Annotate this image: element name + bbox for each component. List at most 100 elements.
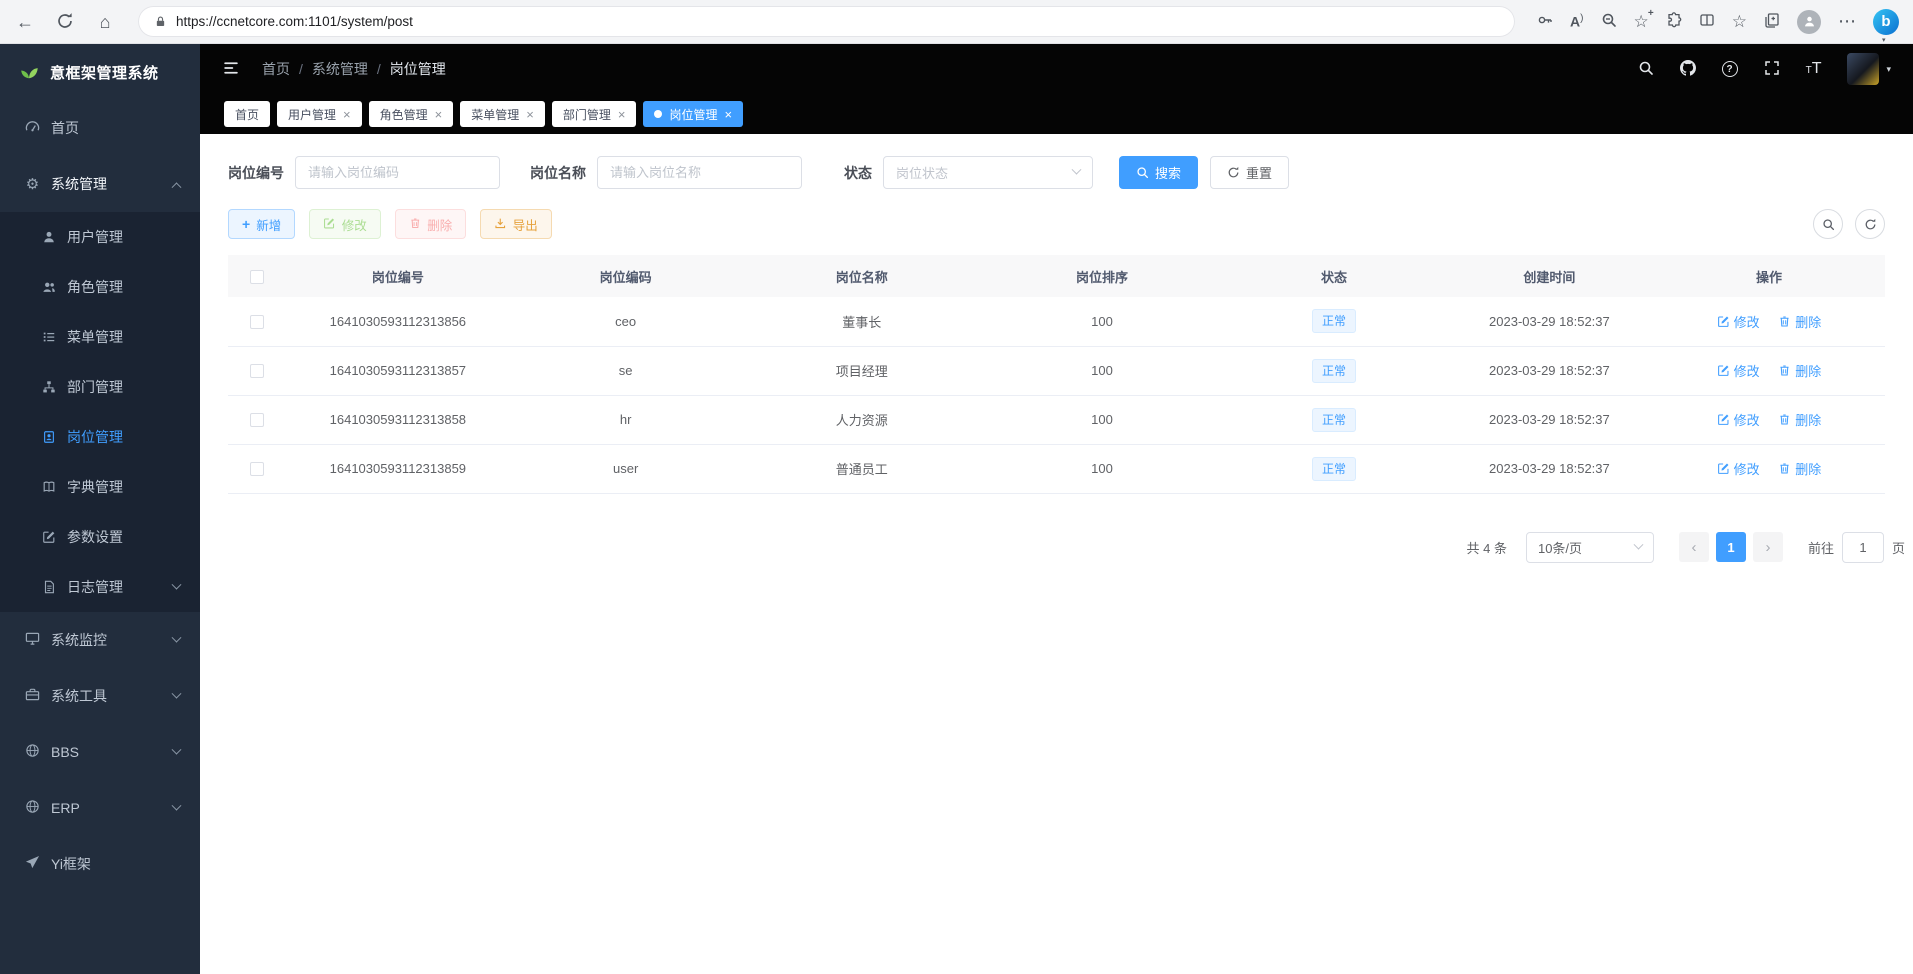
- row-checkbox[interactable]: [250, 462, 264, 476]
- export-button-label: 导出: [513, 215, 538, 234]
- sidebar-item-label: 系统工具: [51, 686, 107, 706]
- close-icon[interactable]: ×: [618, 108, 626, 121]
- tab-home[interactable]: 首页: [224, 101, 270, 127]
- more-icon[interactable]: ⋯: [1838, 11, 1856, 32]
- sidebar-item-post-mgmt[interactable]: 岗位管理: [0, 412, 200, 462]
- github-icon[interactable]: [1680, 60, 1696, 79]
- prev-page-button[interactable]: ‹: [1679, 532, 1709, 562]
- select-all-checkbox[interactable]: [250, 270, 264, 284]
- breadcrumb-current: 岗位管理: [390, 59, 446, 79]
- close-icon[interactable]: ×: [526, 108, 534, 121]
- sidebar-item-param-settings[interactable]: 参数设置: [0, 512, 200, 562]
- chevron-down-icon: [172, 579, 182, 589]
- goto-page-input[interactable]: [1842, 532, 1884, 563]
- row-edit-link[interactable]: 修改: [1717, 459, 1760, 478]
- sidebar-item-log-mgmt[interactable]: 日志管理: [0, 562, 200, 612]
- tab-menu-mgmt[interactable]: 菜单管理 ×: [460, 101, 545, 127]
- sidebar-item-system-monitor[interactable]: 系统监控: [0, 612, 200, 668]
- row-delete-label: 删除: [1795, 410, 1821, 429]
- chevron-down-icon: [172, 688, 182, 698]
- row-checkbox[interactable]: [250, 364, 264, 378]
- row-delete-link[interactable]: 删除: [1778, 312, 1821, 331]
- system-mgmt-submenu: 用户管理 角色管理 菜单管理 部门管理: [0, 212, 200, 612]
- sidebar-item-dict-mgmt[interactable]: 字典管理: [0, 462, 200, 512]
- search-button[interactable]: 搜索: [1119, 156, 1198, 189]
- sidebar-item-system-mgmt[interactable]: ⚙ 系统管理: [0, 156, 200, 212]
- home-icon[interactable]: ⌂: [94, 13, 116, 31]
- delete-button-label: 删除: [427, 215, 452, 234]
- fullscreen-icon[interactable]: [1764, 60, 1780, 79]
- post-code-input[interactable]: [295, 156, 500, 189]
- next-page-button[interactable]: ›: [1753, 532, 1783, 562]
- favorites-icon[interactable]: ☆: [1732, 12, 1747, 32]
- page-number-button[interactable]: 1: [1716, 532, 1746, 562]
- sidebar-item-erp[interactable]: ERP: [0, 780, 200, 836]
- sidebar-item-home[interactable]: 首页: [0, 100, 200, 156]
- breadcrumb-home[interactable]: 首页: [262, 59, 290, 79]
- toolbox-icon: [24, 687, 41, 704]
- close-icon[interactable]: ×: [435, 108, 443, 121]
- status-select[interactable]: 岗位状态: [883, 156, 1093, 189]
- export-button[interactable]: 导出: [480, 209, 552, 239]
- row-delete-link[interactable]: 删除: [1778, 410, 1821, 429]
- extensions-icon[interactable]: [1666, 12, 1682, 31]
- row-checkbox[interactable]: [250, 315, 264, 329]
- row-delete-link[interactable]: 删除: [1778, 459, 1821, 478]
- edit-button[interactable]: 修改: [309, 209, 381, 239]
- cell-post-code: ceo: [510, 297, 742, 346]
- row-checkbox[interactable]: [250, 413, 264, 427]
- cell-created-time: 2023-03-29 18:52:37: [1446, 346, 1653, 395]
- cell-post-code: user: [510, 444, 742, 493]
- sidebar-item-label: 首页: [51, 118, 79, 138]
- zoom-icon[interactable]: [1601, 12, 1617, 31]
- sidebar-item-dept-mgmt[interactable]: 部门管理: [0, 362, 200, 412]
- tab-dept-mgmt[interactable]: 部门管理 ×: [552, 101, 637, 127]
- table-row: 1641030593112313857 se 项目经理 100 正常 2023-…: [228, 346, 1885, 395]
- bing-sidebar-button[interactable]: b ▾: [1873, 9, 1899, 35]
- chevron-down-icon: [1634, 539, 1644, 549]
- row-edit-link[interactable]: 修改: [1717, 361, 1760, 380]
- tab-user-mgmt[interactable]: 用户管理 ×: [277, 101, 362, 127]
- post-name-input[interactable]: [597, 156, 802, 189]
- cell-post-name: 项目经理: [742, 346, 982, 395]
- split-screen-icon[interactable]: [1699, 12, 1715, 31]
- favorites-add-icon[interactable]: ☆+: [1634, 12, 1649, 32]
- collapse-menu-icon[interactable]: [222, 59, 240, 80]
- back-icon[interactable]: ←: [14, 13, 36, 31]
- refresh-icon[interactable]: [54, 12, 76, 31]
- address-bar[interactable]: https://ccnetcore.com:1101/system/post: [138, 6, 1515, 37]
- row-delete-link[interactable]: 删除: [1778, 361, 1821, 380]
- collections-icon[interactable]: [1764, 12, 1780, 31]
- sidebar-item-bbs[interactable]: BBS: [0, 724, 200, 780]
- globe-icon: [24, 799, 41, 816]
- page-size-value: 10条/页: [1538, 538, 1582, 557]
- profile-avatar[interactable]: [1797, 10, 1821, 34]
- tab-role-mgmt[interactable]: 角色管理 ×: [369, 101, 454, 127]
- page-size-select[interactable]: 10条/页: [1526, 532, 1654, 563]
- key-icon[interactable]: [1537, 12, 1553, 31]
- help-icon[interactable]: [1722, 61, 1738, 77]
- toggle-search-button[interactable]: [1813, 209, 1843, 239]
- close-icon[interactable]: ×: [343, 108, 351, 121]
- row-edit-link[interactable]: 修改: [1717, 312, 1760, 331]
- font-size-icon[interactable]: [1806, 60, 1822, 78]
- breadcrumb-system-mgmt[interactable]: 系统管理: [312, 59, 368, 79]
- sidebar-item-menu-mgmt[interactable]: 菜单管理: [0, 312, 200, 362]
- close-icon[interactable]: ×: [724, 108, 732, 121]
- read-aloud-icon[interactable]: A: [1570, 13, 1583, 30]
- delete-button[interactable]: 删除: [395, 209, 467, 239]
- row-edit-link[interactable]: 修改: [1717, 410, 1760, 429]
- tab-post-mgmt[interactable]: 岗位管理 ×: [643, 101, 743, 127]
- reset-button[interactable]: 重置: [1210, 156, 1289, 189]
- add-button[interactable]: + 新增: [228, 209, 295, 239]
- search-icon[interactable]: [1638, 60, 1654, 79]
- sidebar-item-role-mgmt[interactable]: 角色管理: [0, 262, 200, 312]
- sidebar-item-system-tools[interactable]: 系统工具: [0, 668, 200, 724]
- refresh-table-button[interactable]: [1855, 209, 1885, 239]
- lock-icon: [154, 14, 167, 29]
- sidebar-item-yi-framework[interactable]: Yi框架: [0, 836, 200, 892]
- user-menu[interactable]: ▾: [1847, 53, 1891, 85]
- sidebar-item-user-mgmt[interactable]: 用户管理: [0, 212, 200, 262]
- sidebar-item-label: 字典管理: [67, 477, 123, 497]
- cell-post-name: 普通员工: [742, 444, 982, 493]
